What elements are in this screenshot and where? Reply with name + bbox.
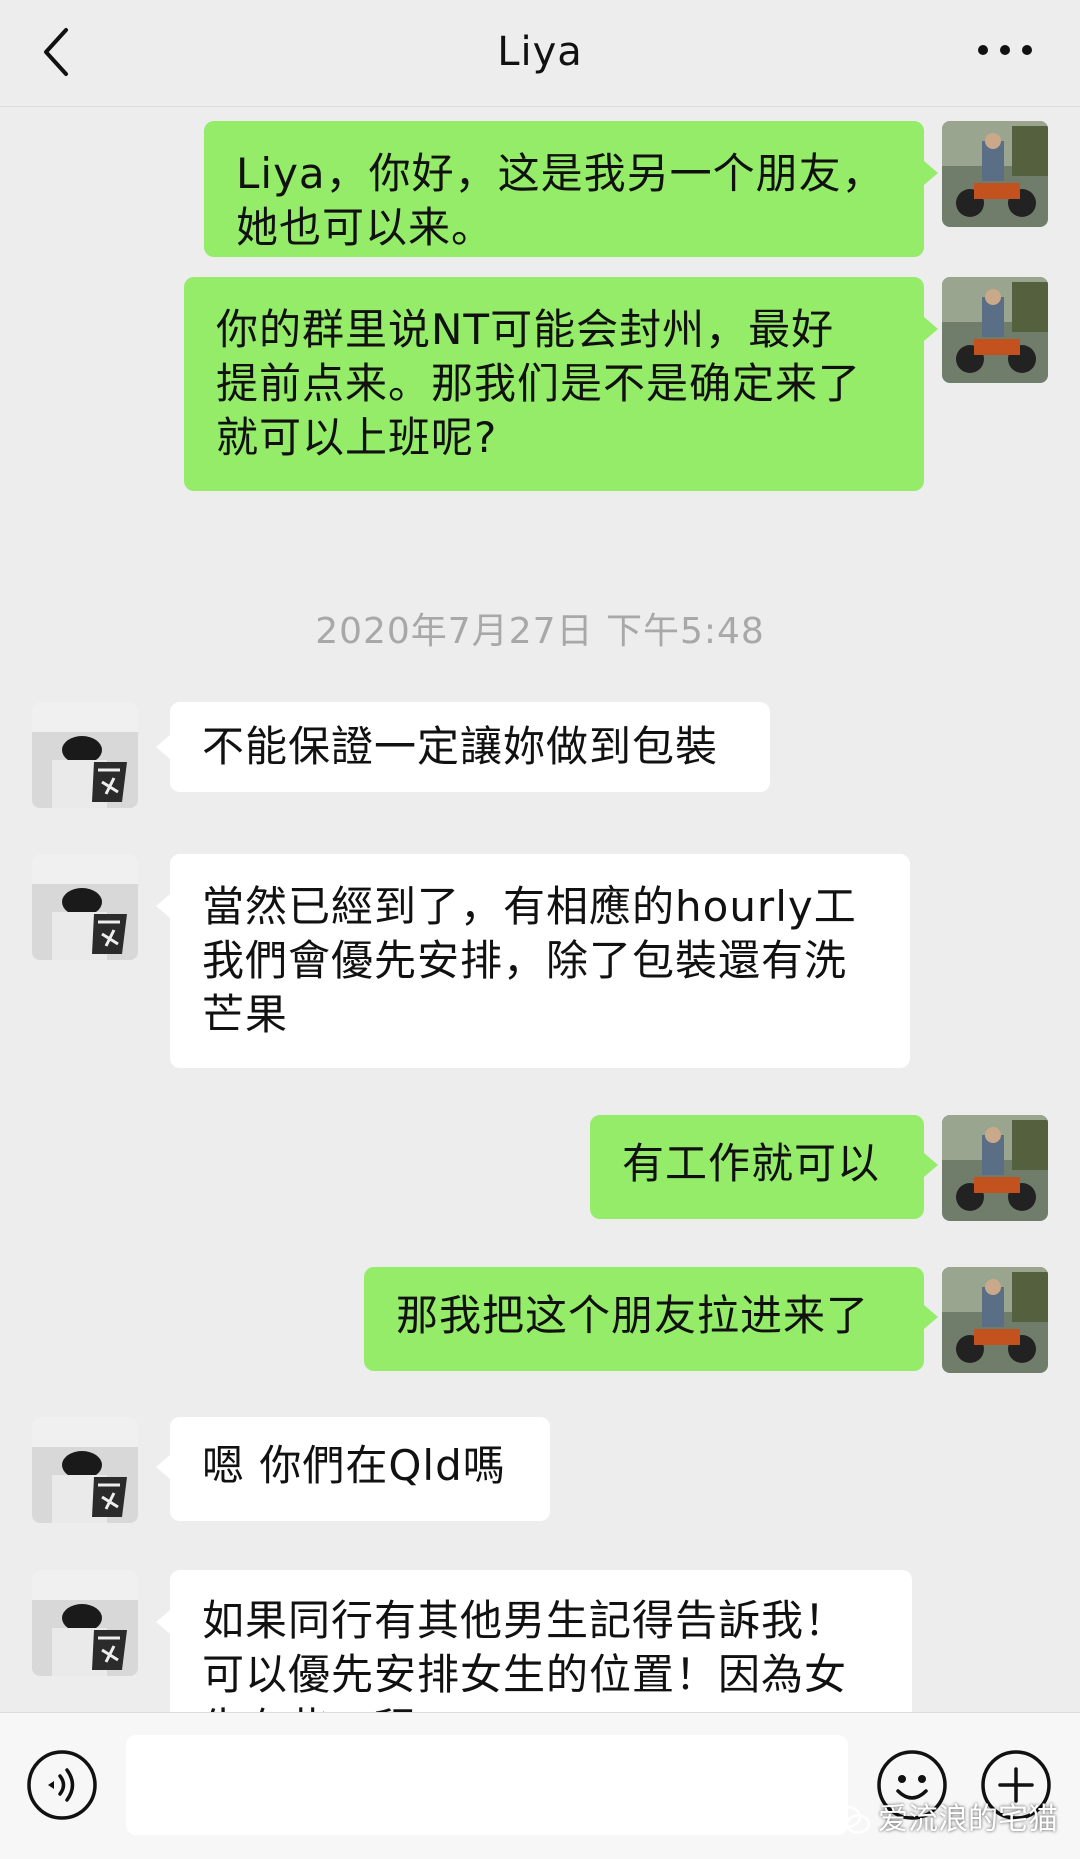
- avatar-contact-image: [32, 1570, 138, 1676]
- message-bubble-sent[interactable]: Liya，你好，这是我另一个朋友， 她也可以来。: [204, 121, 938, 257]
- watermark: 爱流浪的宅猫: [832, 1800, 1058, 1840]
- bubble-tail: [924, 161, 938, 185]
- message-line: 我們會優先安排，除了包裝還有洗: [202, 936, 848, 985]
- avatar-contact[interactable]: [32, 1417, 138, 1523]
- message-line: 有工作就可以: [622, 1139, 881, 1188]
- bubble-tail: [924, 317, 938, 341]
- bubble-tail: [924, 1305, 938, 1329]
- input-bar: 爱流浪的宅猫: [0, 1712, 1080, 1859]
- avatar-self[interactable]: [942, 1115, 1048, 1221]
- message-line: 嗯 你們在Qld嗎: [202, 1441, 506, 1490]
- avatar-self[interactable]: [942, 1267, 1048, 1373]
- chat-title: Liya: [497, 29, 583, 75]
- avatar-motorcycle-image: [942, 277, 1048, 383]
- message-bubble-received[interactable]: 如果同行有其他男生記得告訴我！ 可以優先安排女生的位置！因為女 生有些工程: [156, 1570, 912, 1712]
- message-line: 可以優先安排女生的位置！因為女: [202, 1650, 848, 1699]
- message-line: 不能保證一定讓妳做到包裝: [202, 722, 719, 771]
- bubble-tail: [156, 1455, 170, 1479]
- message-bubble-sent[interactable]: 那我把这个朋友拉进来了: [364, 1267, 938, 1371]
- bubble-tail: [156, 894, 170, 918]
- message-line: 你的群里说NT可能会封州，最好: [216, 305, 835, 354]
- message-list[interactable]: Liya，你好，这是我另一个朋友， 她也可以来。 你的群里说NT可能会封州，最好…: [0, 107, 1080, 1712]
- avatar-contact-image: [32, 854, 138, 960]
- message-line: 生有些工程: [202, 1702, 880, 1712]
- avatar-contact[interactable]: [32, 702, 138, 808]
- avatar-self[interactable]: [942, 277, 1048, 383]
- avatar-motorcycle-image: [942, 121, 1048, 227]
- avatar-motorcycle-image: [942, 1115, 1048, 1221]
- avatar-contact[interactable]: [32, 1570, 138, 1676]
- message-bubble-sent[interactable]: 你的群里说NT可能会封州，最好 提前点来。那我们是不是确定来了 就可以上班呢?: [184, 277, 938, 491]
- avatar-contact-image: [32, 702, 138, 808]
- message-bubble-received[interactable]: 當然已經到了，有相應的hourly工 我們會優先安排，除了包裝還有洗 芒果: [156, 854, 910, 1068]
- more-options-button[interactable]: [970, 30, 1040, 70]
- watermark-text: 爱流浪的宅猫: [878, 1802, 1058, 1837]
- message-input[interactable]: [126, 1735, 848, 1835]
- bubble-tail: [924, 1153, 938, 1177]
- message-line: 就可以上班呢?: [216, 413, 498, 462]
- chat-header: Liya: [0, 0, 1080, 107]
- message-timestamp: 2020年7月27日 下午5:48: [315, 611, 765, 652]
- message-line: 她也可以来。: [236, 203, 495, 252]
- message-line: 提前点来。那我们是不是确定来了: [216, 359, 862, 408]
- voice-icon: [27, 1750, 97, 1820]
- avatar-self[interactable]: [942, 121, 1048, 227]
- voice-button[interactable]: [26, 1749, 98, 1821]
- avatar-motorcycle-image: [942, 1267, 1048, 1373]
- avatar-contact[interactable]: [32, 854, 138, 960]
- message-bubble-received[interactable]: 不能保證一定讓妳做到包裝: [156, 702, 770, 792]
- message-line: 如果同行有其他男生記得告訴我！: [202, 1596, 848, 1645]
- message-bubble-received[interactable]: 嗯 你們在Qld嗎: [156, 1417, 550, 1521]
- message-line: 那我把这个朋友拉进来了: [396, 1291, 870, 1340]
- more-dots-icon: [978, 45, 1032, 55]
- bubble-tail: [156, 735, 170, 759]
- message-bubble-sent[interactable]: 有工作就可以: [590, 1115, 938, 1219]
- message-line: Liya，你好，这是我另一个朋友，: [236, 149, 885, 198]
- message-line: 當然已經到了，有相應的hourly工: [202, 882, 857, 931]
- avatar-contact-image: [32, 1417, 138, 1523]
- bubble-tail: [156, 1610, 170, 1634]
- wechat-icon: [832, 1805, 871, 1834]
- chat-screen: Liya Liya，你好，这是我另一个朋友， 她也可以来。 你的群里说NT可能会…: [0, 0, 1080, 1859]
- message-line: 芒果: [202, 990, 289, 1039]
